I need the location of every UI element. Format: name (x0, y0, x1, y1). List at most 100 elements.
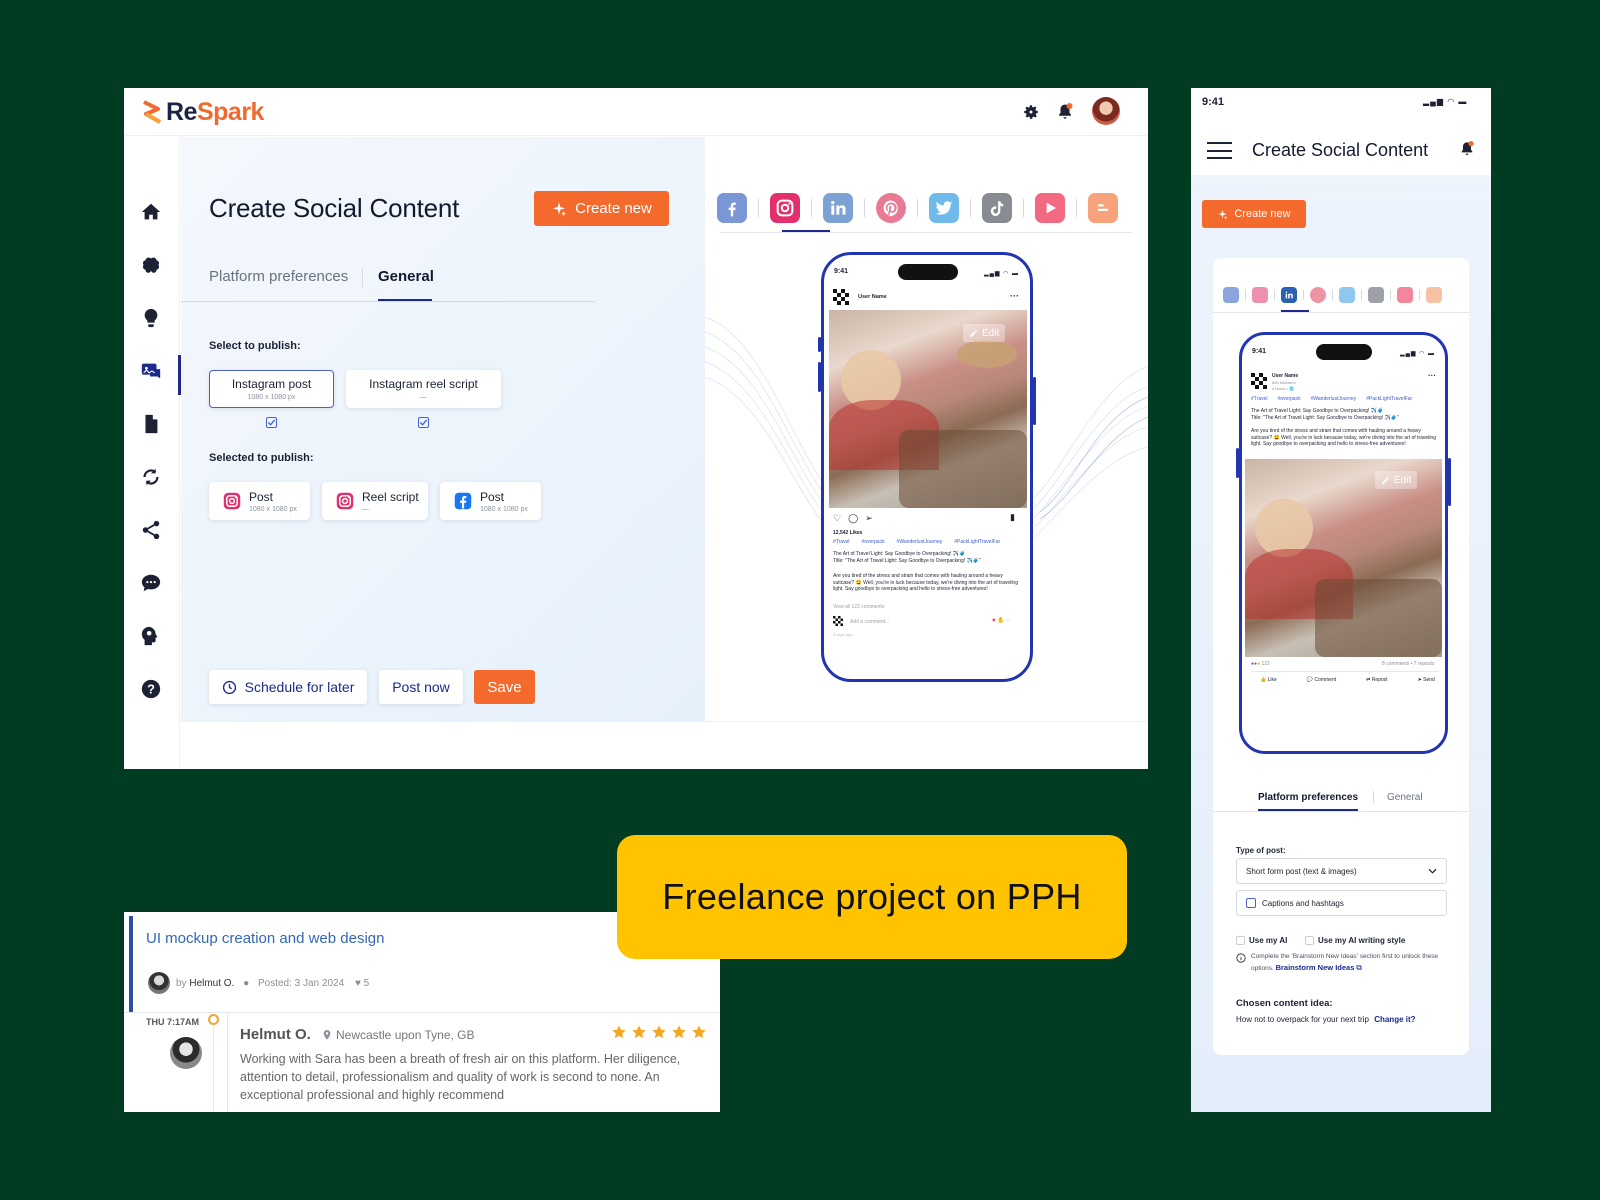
brain-icon[interactable] (140, 254, 162, 276)
option-instagram-reel-script[interactable]: Instagram reel script — (346, 370, 501, 408)
selected-instagram-reel-script[interactable]: Reel script — (322, 482, 428, 520)
reviewer-name: Helmut O. (240, 1026, 311, 1043)
platform-twitter-icon[interactable] (929, 193, 959, 223)
tab-platform-preferences[interactable]: Platform preferences (209, 268, 348, 285)
phone-notch (898, 264, 958, 280)
external-link-icon[interactable]: ⧉ (1356, 963, 1362, 972)
post-hashtags: #Travel #overpack #WanderlustJourney #Pa… (833, 539, 1001, 545)
phone-status-icons: ▂▄▆ ◠ ▬ (1400, 351, 1436, 357)
brainstorm-link[interactable]: Brainstorm New Ideas (1276, 963, 1355, 972)
rating-stars (611, 1024, 707, 1040)
logo-spark: Spark (196, 98, 264, 126)
send-icon[interactable]: ➢ (865, 513, 873, 524)
lightbulb-icon[interactable] (140, 307, 162, 329)
platform-blogger-icon[interactable] (1426, 287, 1442, 303)
schedule-for-later-button[interactable]: Schedule for later (209, 670, 367, 704)
edit-image-button[interactable]: Edit (1375, 471, 1418, 489)
platform-twitter-icon[interactable] (1339, 287, 1355, 303)
post-more-icon[interactable]: ··· (1428, 371, 1436, 380)
heart-icon[interactable]: ♡ (833, 513, 841, 524)
post-caption-2: Title: "The Art of Travel Light: Say Goo… (833, 558, 981, 564)
platform-linkedin-icon[interactable] (823, 193, 853, 223)
use-ai-writing-style-checkbox[interactable] (1305, 936, 1314, 945)
create-new-button[interactable]: Create new (534, 191, 669, 226)
post-more-icon[interactable]: ··· (1010, 291, 1019, 301)
platform-divider (720, 232, 1132, 233)
platform-facebook-icon[interactable] (1223, 287, 1239, 303)
mobile-create-new-button[interactable]: Create new (1202, 200, 1306, 228)
selected-facebook-post[interactable]: Post 1080 x 1080 px (440, 482, 541, 520)
hamburger-menu-icon[interactable] (1207, 142, 1232, 159)
comment-icon[interactable]: ◯ (848, 513, 858, 524)
platform-facebook-icon[interactable] (717, 193, 747, 223)
post-image[interactable]: Edit (829, 310, 1027, 508)
post-image[interactable]: Edit (1245, 459, 1442, 657)
review-accent-bar (129, 916, 133, 1012)
share-icon[interactable] (140, 519, 162, 541)
platform-instagram-icon[interactable] (1252, 287, 1268, 303)
option-instagram-post[interactable]: Instagram post 1080 x 1080 px (209, 370, 334, 408)
checkbox-instagram-post[interactable] (266, 417, 277, 428)
status-time: 9:41 (1202, 96, 1225, 108)
pencil-icon (970, 329, 977, 337)
repurpose-icon[interactable] (140, 466, 162, 488)
sparkle-icon (1218, 209, 1228, 220)
gear-icon[interactable] (1022, 103, 1040, 121)
platform-instagram-icon[interactable] (770, 193, 800, 223)
post-now-button[interactable]: Post now (379, 670, 463, 704)
platform-tiktok-icon[interactable] (1368, 287, 1384, 303)
tab-general[interactable]: General (378, 268, 434, 285)
home-icon[interactable] (140, 201, 162, 223)
mobile-tab-general[interactable]: General (1387, 792, 1423, 803)
sparkle-icon (553, 201, 567, 216)
captions-checkbox[interactable] (1246, 898, 1256, 908)
selected-instagram-post[interactable]: Post 1080 x 1080 px (209, 482, 310, 520)
help-icon[interactable]: ? (140, 678, 162, 700)
bookmark-icon[interactable]: ▮ (1010, 512, 1015, 523)
sidebar: ? (124, 137, 181, 769)
banner-text: Freelance project on PPH (662, 876, 1082, 917)
platform-pinterest-icon[interactable] (1310, 287, 1326, 303)
platform-youtube-icon[interactable] (1035, 193, 1065, 223)
use-my-ai-checkbox[interactable] (1236, 936, 1245, 945)
platform-pinterest-icon[interactable] (876, 193, 906, 223)
save-button[interactable]: Save (474, 670, 535, 704)
bell-icon[interactable] (1459, 140, 1475, 158)
status-icons: ▂▄▆ ◠ ▬ (1423, 97, 1468, 106)
bell-icon[interactable] (1056, 102, 1074, 122)
author-avatar[interactable] (148, 972, 170, 994)
heart-icon[interactable]: ♥ (355, 978, 361, 989)
add-comment-input[interactable]: Add a comment... (850, 619, 889, 626)
star-icon (612, 1025, 626, 1039)
type-of-post-select[interactable]: Short form post (text & images) (1236, 858, 1447, 884)
chat-icon[interactable] (140, 572, 162, 594)
change-idea-link[interactable]: Change it? (1374, 1015, 1415, 1024)
platform-linkedin-icon[interactable] (1281, 287, 1297, 303)
respark-logo-icon (143, 99, 161, 124)
author-link[interactable]: Helmut O. (189, 978, 234, 989)
quick-reactions[interactable]: ♥ ✋ ○ (992, 617, 1010, 624)
like-action[interactable]: 👍 Like (1260, 677, 1277, 684)
use-my-ai-option[interactable]: Use my AI (1236, 936, 1287, 945)
logo[interactable]: Re Spark (142, 98, 264, 127)
captions-hashtags-option[interactable]: Captions and hashtags (1236, 890, 1447, 916)
avatar[interactable] (1092, 97, 1120, 125)
reviewer-avatar[interactable] (170, 1037, 202, 1069)
use-ai-writing-style-option[interactable]: Use my AI writing style (1305, 936, 1405, 945)
social-content-icon[interactable] (140, 360, 162, 382)
send-action[interactable]: ➤ Send (1418, 677, 1435, 684)
checkbox-instagram-reel-script[interactable] (418, 417, 429, 428)
document-icon[interactable] (140, 413, 162, 435)
repost-action[interactable]: ⇄ Repost (1366, 677, 1387, 684)
pencil-icon (1382, 476, 1389, 484)
platform-tiktok-icon[interactable] (982, 193, 1012, 223)
mobile-tab-platform-preferences[interactable]: Platform preferences (1258, 792, 1358, 803)
comment-action[interactable]: 💬 Comment (1307, 677, 1336, 684)
view-comments[interactable]: View all 122 comments (833, 604, 884, 611)
head-idea-icon[interactable] (140, 625, 162, 647)
platform-blogger-icon[interactable] (1088, 193, 1118, 223)
mobile-content-card: 9:41 ▂▄▆ ◠ ▬ User Name 650 followers 4 h… (1213, 258, 1469, 1055)
edit-image-button[interactable]: Edit (963, 324, 1006, 342)
project-title[interactable]: UI mockup creation and web design (146, 930, 384, 947)
platform-youtube-icon[interactable] (1397, 287, 1413, 303)
